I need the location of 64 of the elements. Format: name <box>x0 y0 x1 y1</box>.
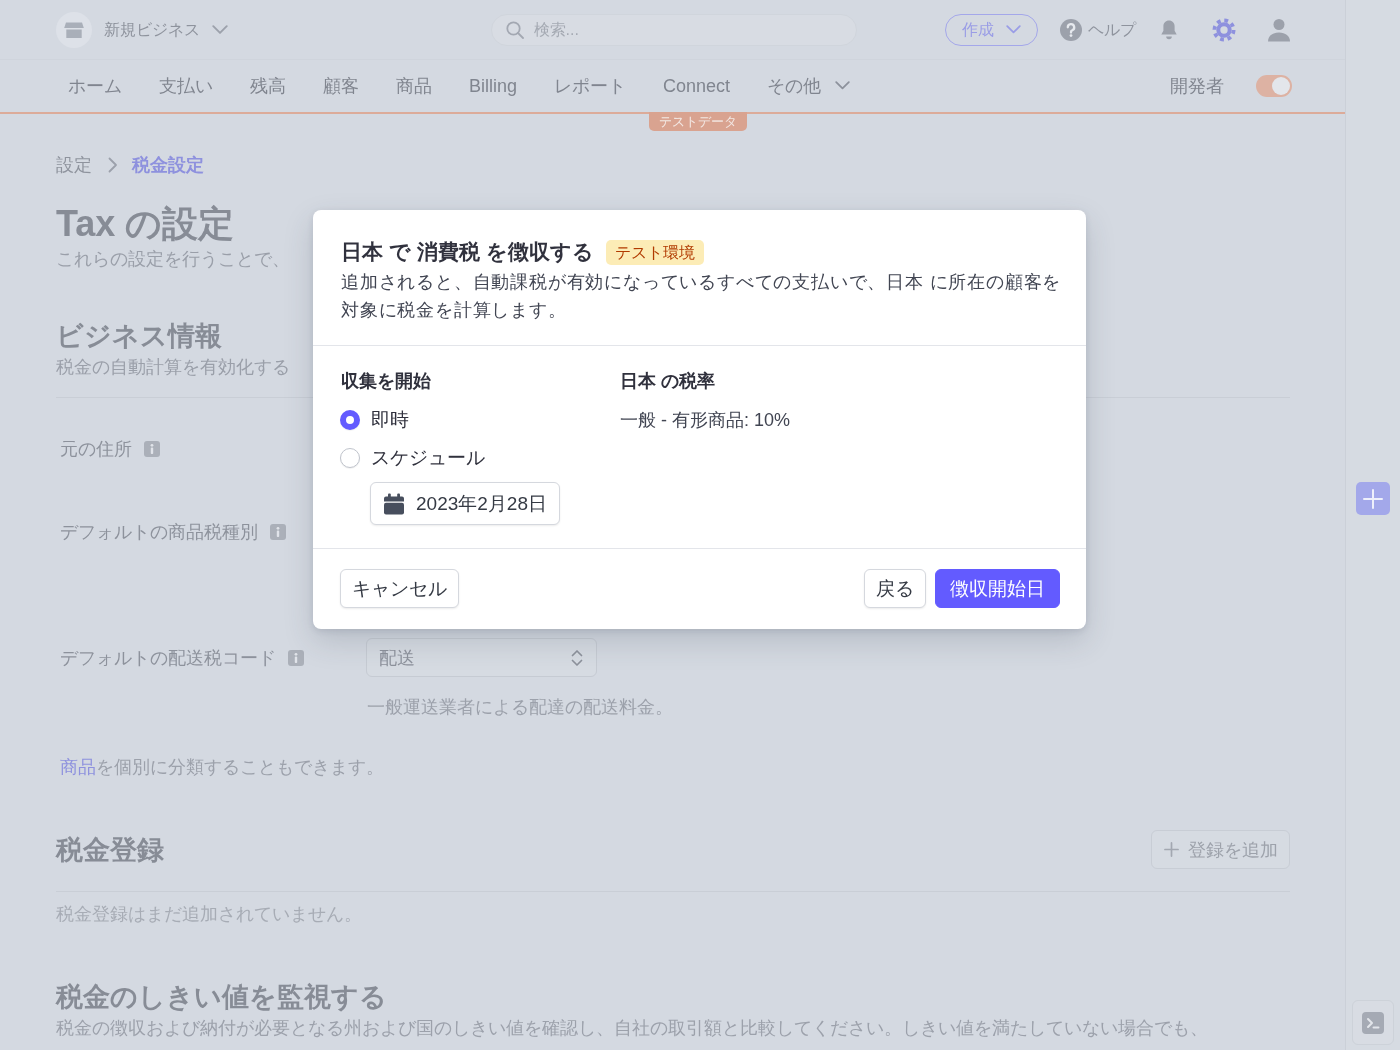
nav-link[interactable]: 顧客 <box>323 73 359 99</box>
column-heading: 収集を開始 <box>341 370 431 393</box>
developer-label: 開発者 <box>1170 75 1224 98</box>
test-mode-badge: テスト環境 <box>605 239 704 265</box>
help-icon <box>1060 18 1082 41</box>
plus-icon <box>1164 842 1179 857</box>
tax-rate-text: 一般 - 有形商品: 10% <box>620 409 791 432</box>
section-title: 税金登録 <box>56 833 164 867</box>
chevron-up-down-icon <box>571 648 583 667</box>
account-switcher[interactable]: 新規ビジネス <box>104 16 228 43</box>
field-label: デフォルトの商品税種別 <box>60 521 258 544</box>
section-subtitle: 税金の自動計算を有効化する <box>56 356 290 379</box>
dialog-title: 日本 で 消費税 を徴収する <box>341 239 594 265</box>
chevron-down-icon <box>212 24 228 35</box>
person-icon[interactable] <box>1267 17 1291 42</box>
section-title: 税金のしきい値を監視する <box>56 981 387 1014</box>
settings-icon[interactable] <box>1212 17 1236 42</box>
cancel-button[interactable]: キャンセル <box>340 569 459 608</box>
nav-link[interactable]: Connect <box>663 73 731 99</box>
chevron-down-icon <box>835 81 851 91</box>
page-title: Tax の設定 <box>56 202 235 246</box>
info-icon[interactable] <box>270 524 286 540</box>
dialog-description: 追加されると、自動課税が有効になっているすべての支払いで、日本 に所在の顧客を対象に税金を計算します。 <box>341 271 1063 322</box>
breadcrumb-current[interactable]: 税金設定 <box>132 153 204 177</box>
test-data-badge: テストデータ <box>649 112 747 131</box>
nav-link[interactable]: Billing <box>469 73 518 99</box>
developer-toggle[interactable] <box>1256 75 1292 97</box>
chevron-right-icon <box>108 157 118 173</box>
nav-link[interactable]: ホーム <box>68 73 122 99</box>
info-icon[interactable] <box>144 441 160 457</box>
date-picker-button[interactable]: 2023年2月28日 <box>370 482 560 525</box>
calendar-icon <box>383 492 405 515</box>
nav-link[interactable]: レポート <box>554 73 627 99</box>
page-subtitle: これらの設定を行うことで、 <box>56 248 290 271</box>
classification-note: 商品を個別に分類することもできます。 <box>60 756 384 779</box>
option-label: スケジュール <box>371 446 485 470</box>
radio-button[interactable] <box>340 410 360 430</box>
info-icon[interactable] <box>288 649 304 666</box>
plus-icon <box>1363 488 1383 509</box>
bell-icon[interactable] <box>1159 18 1179 41</box>
section-title: ビジネス情報 <box>56 320 222 353</box>
column-heading: 日本 の税率 <box>620 370 715 393</box>
back-button[interactable]: 戻る <box>864 569 926 608</box>
terminal-button[interactable] <box>1352 1000 1394 1045</box>
breadcrumb-link[interactable]: 設定 <box>56 153 92 177</box>
terminal-icon <box>1362 1011 1384 1034</box>
add-registration-button[interactable]: 登録を追加 <box>1151 830 1290 869</box>
field-label: 元の住所 <box>60 438 132 461</box>
chevron-down-icon <box>1006 24 1021 35</box>
help-link[interactable]: ヘルプ <box>1060 16 1136 43</box>
search-icon <box>505 20 524 39</box>
nav-link[interactable]: その他 <box>767 73 851 99</box>
nav-link[interactable]: 残高 <box>250 73 286 99</box>
nav-link[interactable]: 商品 <box>396 73 432 99</box>
tax-code-select[interactable]: 配送 <box>366 638 597 677</box>
section-description: 税金の徴収および納付が必要となる州および国のしきい値を確認し、自社の取引額と比較してください。しきい値を満たしていない場合でも、 <box>56 1017 1208 1040</box>
products-link[interactable]: 商品 <box>60 757 96 777</box>
store-icon[interactable] <box>56 11 92 48</box>
option-label: 即時 <box>371 408 409 432</box>
confirm-button[interactable]: 徴収開始日 <box>935 569 1060 608</box>
radio-button[interactable] <box>340 448 360 468</box>
add-button[interactable] <box>1356 482 1390 515</box>
field-label: デフォルトの配送税コード <box>60 646 276 670</box>
nav-link[interactable]: 支払い <box>159 73 213 99</box>
